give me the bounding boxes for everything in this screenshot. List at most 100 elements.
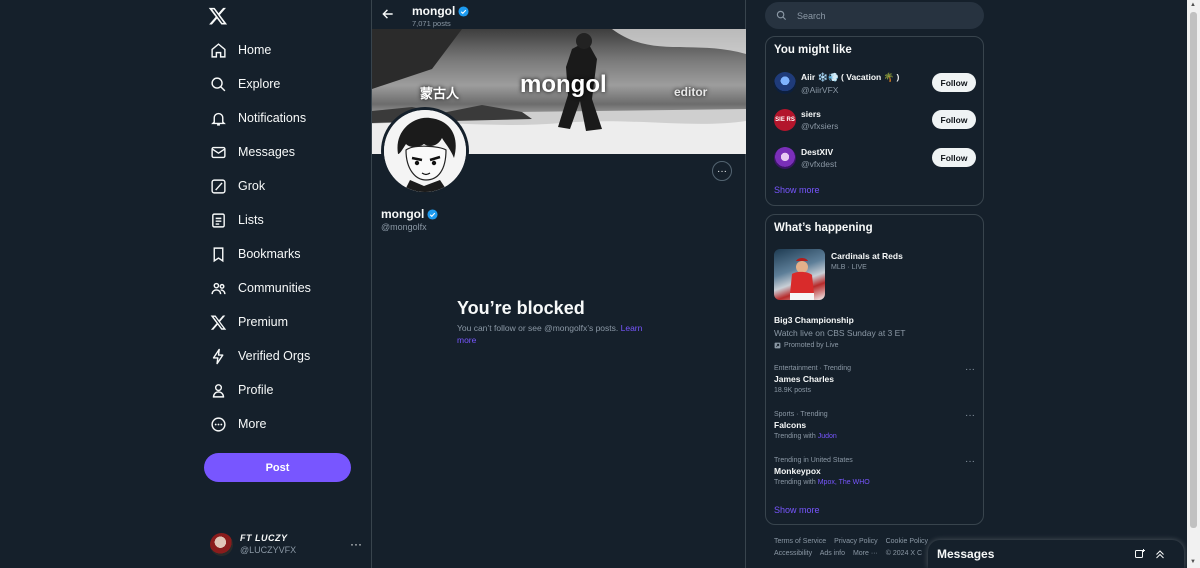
trend-link[interactable]: Mpox, The WHO bbox=[818, 479, 870, 486]
nav-profile[interactable]: Profile bbox=[210, 377, 273, 403]
suggested-account[interactable]: SIE RS siers @vfxsiers Follow bbox=[774, 106, 976, 134]
trend-sub-prefix: Trending with bbox=[774, 433, 816, 440]
scroll-up-icon[interactable]: ▲ bbox=[1190, 2, 1196, 8]
follow-button[interactable]: Follow bbox=[932, 110, 976, 129]
follow-button[interactable]: Follow bbox=[932, 148, 976, 167]
nav-more[interactable]: More bbox=[210, 411, 266, 437]
grok-icon bbox=[210, 178, 227, 195]
post-button[interactable]: Post bbox=[204, 453, 351, 482]
nav-grok[interactable]: Grok bbox=[210, 173, 265, 199]
trend-item[interactable]: Sports · Trending Falcons Trending with … bbox=[774, 411, 974, 440]
profile-avatar[interactable] bbox=[381, 107, 469, 195]
panel-title: What’s happening bbox=[774, 222, 873, 234]
home-icon bbox=[210, 42, 227, 59]
profile-more-button[interactable]: ··· bbox=[712, 161, 732, 181]
trend-more-icon[interactable]: ··· bbox=[965, 410, 975, 421]
nav-notifications[interactable]: Notifications bbox=[210, 105, 306, 131]
trend-sub: Trending with Mpox, The WHO bbox=[774, 479, 974, 486]
avatar: SIE RS bbox=[774, 109, 796, 131]
promoted-title: Big3 Championship bbox=[774, 315, 854, 325]
search-icon bbox=[210, 76, 227, 93]
show-more-link[interactable]: Show more bbox=[774, 185, 820, 195]
page-scrollbar[interactable]: ▲ ▼ bbox=[1187, 0, 1200, 568]
new-message-icon[interactable] bbox=[1134, 548, 1146, 560]
avatar bbox=[774, 72, 796, 94]
nav-label: More bbox=[238, 417, 267, 431]
trend-meta: Trending in United States bbox=[774, 457, 853, 464]
trend-more-icon[interactable]: ··· bbox=[965, 364, 975, 375]
avatar bbox=[774, 147, 796, 169]
promoted-icon bbox=[774, 342, 781, 349]
follow-button[interactable]: Follow bbox=[932, 73, 976, 92]
footer-link[interactable]: Privacy Policy bbox=[834, 538, 878, 545]
nav-label: Lists bbox=[238, 213, 264, 227]
nav-label: Home bbox=[238, 43, 272, 57]
header-name-text: mongol bbox=[412, 4, 456, 18]
search-box[interactable] bbox=[765, 2, 984, 29]
promoted-text: Watch live on CBS Sunday at 3 ET bbox=[774, 328, 906, 338]
footer-link[interactable]: Terms of Service bbox=[774, 538, 826, 545]
messages-drawer-title: Messages bbox=[937, 547, 995, 561]
copyright: © 2024 X C bbox=[885, 550, 923, 557]
blocked-message: You can’t follow or see @mongolfx’s post… bbox=[457, 323, 657, 346]
suggested-account[interactable]: DestXIV @vfxdest Follow bbox=[774, 144, 976, 172]
footer-link[interactable]: Ads info bbox=[820, 550, 845, 557]
lightning-icon bbox=[210, 348, 227, 365]
trend-title: Monkeypox bbox=[774, 466, 821, 476]
account-switcher[interactable]: FT LUCZY @LUCZYVFX ··· bbox=[210, 530, 362, 558]
trend-item[interactable]: Trending in United States Monkeypox Tren… bbox=[774, 457, 974, 486]
nav-communities[interactable]: Communities bbox=[210, 275, 311, 301]
trend-more-icon[interactable]: ··· bbox=[965, 456, 975, 467]
show-more-link[interactable]: Show more bbox=[774, 505, 820, 515]
scrollbar-thumb[interactable] bbox=[1190, 12, 1197, 528]
event-thumbnail[interactable] bbox=[774, 249, 825, 300]
nav-label: Bookmarks bbox=[238, 247, 301, 261]
nav-verified-orgs[interactable]: Verified Orgs bbox=[210, 343, 310, 369]
x-logo-icon[interactable] bbox=[208, 6, 228, 26]
nav-messages[interactable]: Messages bbox=[210, 139, 295, 165]
nav-label: Notifications bbox=[238, 111, 307, 125]
expand-icon[interactable] bbox=[1154, 548, 1166, 560]
profile-name-text: mongol bbox=[381, 207, 425, 221]
promoted-by: Promoted by Live bbox=[774, 342, 974, 349]
you-might-like-panel: You might like Aiir ❄️💨 ( Vacation 🌴 ) @… bbox=[765, 36, 984, 206]
x-logo-icon bbox=[210, 314, 227, 331]
event-meta: MLB · LIVE bbox=[831, 264, 867, 271]
nav-explore[interactable]: Explore bbox=[210, 71, 280, 97]
trend-link[interactable]: Judon bbox=[818, 433, 837, 440]
post-count: 7,071 posts bbox=[412, 19, 451, 28]
promoted-item[interactable]: Big3 Championship Watch live on CBS Sund… bbox=[774, 315, 974, 349]
more-icon[interactable]: ··· bbox=[350, 537, 362, 551]
verified-badge-icon bbox=[458, 5, 469, 17]
nav-bookmarks[interactable]: Bookmarks bbox=[210, 241, 301, 267]
footer-links: Terms of Service Privacy Policy Cookie P… bbox=[774, 536, 934, 560]
nav-premium[interactable]: Premium bbox=[210, 309, 288, 335]
footer-link[interactable]: More ··· bbox=[853, 550, 878, 557]
back-arrow-icon[interactable] bbox=[381, 7, 395, 21]
footer-link[interactable]: Accessibility bbox=[774, 550, 812, 557]
search-input[interactable] bbox=[797, 10, 967, 21]
nav-label: Premium bbox=[238, 315, 289, 329]
profile-handle: @mongolfx bbox=[381, 222, 427, 232]
event-item[interactable]: Cardinals at Reds MLB · LIVE bbox=[831, 251, 1031, 271]
envelope-icon bbox=[210, 144, 227, 161]
trend-item[interactable]: Entertainment · Trending James Charles 1… bbox=[774, 365, 974, 394]
trend-title: James Charles bbox=[774, 374, 835, 384]
panel-title: You might like bbox=[774, 44, 852, 56]
bell-icon bbox=[210, 110, 227, 127]
messages-drawer[interactable]: Messages bbox=[928, 540, 1184, 568]
nav-label: Explore bbox=[238, 77, 281, 91]
footer-link[interactable]: Cookie Policy bbox=[886, 538, 928, 545]
suggested-account[interactable]: Aiir ❄️💨 ( Vacation 🌴 ) @AiirVFX Follow bbox=[774, 69, 976, 97]
left-sidebar: Home Explore Notifications Messages Grok… bbox=[0, 0, 372, 568]
nav-home[interactable]: Home bbox=[210, 37, 271, 63]
nav-lists[interactable]: Lists bbox=[210, 207, 264, 233]
account-name: siers bbox=[801, 109, 821, 119]
scroll-down-icon[interactable]: ▼ bbox=[1190, 559, 1196, 565]
banner-text-right: editor bbox=[674, 85, 708, 99]
trend-sub-prefix: Trending with bbox=[774, 479, 816, 486]
event-title: Cardinals at Reds bbox=[831, 251, 903, 261]
account-handle: @vfxdest bbox=[801, 159, 837, 169]
promoted-by-text: Promoted by Live bbox=[784, 342, 839, 349]
profile-name: mongol bbox=[381, 207, 438, 221]
